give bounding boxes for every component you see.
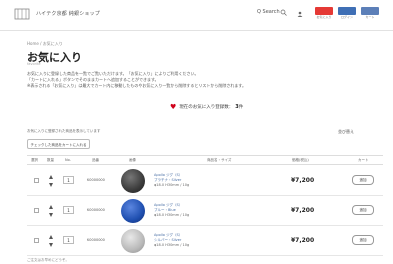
page-subtitle: favorite	[27, 62, 41, 66]
table-row: 1 K0000000 Apollo ジグ〈S〉 プラチナ・Silver φ18.…	[27, 166, 383, 196]
sort-arrows-icon[interactable]	[49, 235, 53, 247]
column-header: 商品名・サイズ	[207, 158, 232, 162]
quantity-field[interactable]: 1	[63, 236, 74, 244]
table-row: 1 K0000000 Apollo ジグ〈S〉 シルバー・Silver φ18.…	[27, 226, 383, 256]
product-price: ¥7,200	[291, 207, 315, 214]
product-spec: φ18.0 H30mm / 10g	[154, 243, 190, 247]
column-header: カート	[358, 158, 369, 162]
sort-select[interactable]: 並び替え	[338, 129, 354, 135]
add-to-cart-button[interactable]: 追加	[352, 175, 374, 185]
add-to-cart-button[interactable]: 追加	[352, 235, 374, 245]
page-description: お気に入りに登録した商品を一覧でご覧いただけます。「お気に入り」によりご利用くだ…	[27, 71, 246, 88]
product-name-link[interactable]: Apollo ジグ〈S〉 ブルー・Blue	[154, 203, 182, 212]
list-note: お気に入りに登録された商品を表示しています	[27, 129, 101, 133]
heart-icon	[315, 7, 333, 15]
column-header: 価格(税込)	[292, 158, 309, 162]
product-image[interactable]	[121, 229, 145, 253]
quantity-field[interactable]: 1	[63, 176, 74, 184]
column-header: No.	[65, 158, 71, 162]
user-icon[interactable]	[297, 11, 303, 17]
footer-note: ご注文はお早めにどうぞ。	[27, 258, 69, 262]
favorites-badge[interactable]: お気に入り	[315, 7, 333, 19]
sort-arrows-icon[interactable]	[49, 205, 53, 217]
login-icon	[338, 7, 356, 15]
breadcrumb[interactable]: Home / お気に入り	[27, 41, 63, 47]
product-image[interactable]	[121, 199, 145, 223]
cart-icon	[361, 7, 379, 15]
row-checkbox[interactable]	[34, 208, 39, 213]
search-icon[interactable]	[280, 9, 287, 16]
product-price: ¥7,200	[291, 237, 315, 244]
column-header: 品番	[92, 158, 99, 162]
favorites-page: ハイテク京都 純銀ショップ Q Search お気に入り ログイン カート Ho…	[0, 0, 393, 264]
product-name-link[interactable]: Apollo ジグ〈S〉 プラチナ・Silver	[154, 173, 182, 182]
product-code: K0000000	[87, 178, 105, 182]
quantity-field[interactable]: 1	[63, 206, 74, 214]
add-to-cart-button[interactable]: 追加	[352, 205, 374, 215]
site-header: ハイテク京都 純銀ショップ Q Search お気に入り ログイン カート	[0, 0, 393, 31]
row-checkbox[interactable]	[34, 238, 39, 243]
site-name[interactable]: ハイテク京都 純銀ショップ	[36, 10, 100, 17]
product-image[interactable]	[121, 169, 145, 193]
login-badge[interactable]: ログイン	[338, 7, 356, 19]
product-spec: φ18.0 H30mm / 10g	[154, 183, 190, 187]
sort-arrows-icon[interactable]	[49, 175, 53, 187]
product-code: K0000000	[87, 208, 105, 212]
product-spec: φ18.0 H30mm / 10g	[154, 213, 190, 217]
search-link[interactable]: Q Search	[257, 9, 280, 15]
column-header: 数量	[47, 158, 54, 162]
column-header: 選択	[31, 158, 38, 162]
product-price: ¥7,200	[291, 177, 315, 184]
row-checkbox[interactable]	[34, 178, 39, 183]
heart-icon: ♥	[170, 103, 177, 111]
product-code: K0000000	[87, 238, 105, 242]
product-name-link[interactable]: Apollo ジグ〈S〉 シルバー・Silver	[154, 233, 182, 242]
logo-icon[interactable]	[14, 7, 30, 21]
table-row: 1 K0000000 Apollo ジグ〈S〉 ブルー・Blue φ18.0 H…	[27, 196, 383, 226]
column-header: 画像	[129, 158, 136, 162]
table-header: 選択 数量 No. 品番 画像 商品名・サイズ 価格(税込) カート	[27, 155, 383, 165]
favorites-count: ♥ 現在のお気に入り登録数： 3件	[170, 103, 244, 111]
add-checked-to-cart-button[interactable]: チェックした商品をカートに入れる	[27, 139, 90, 149]
cart-badge[interactable]: カート	[361, 7, 379, 19]
